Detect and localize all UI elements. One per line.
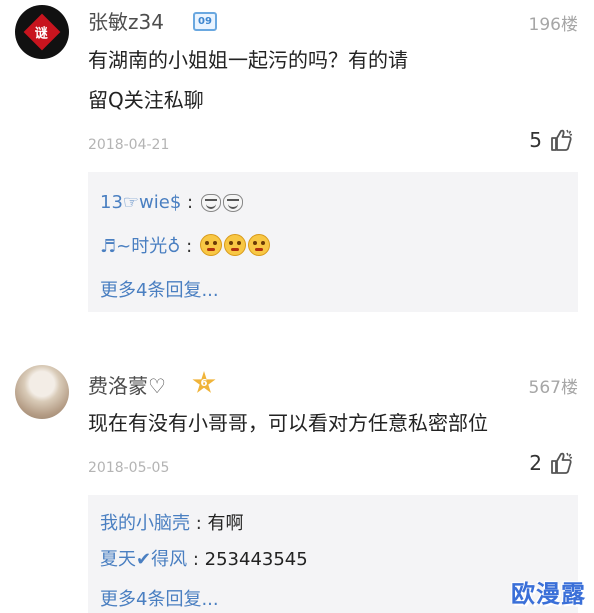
level-badge-icon: 6 bbox=[192, 371, 216, 393]
comment-date: 2018-05-05 bbox=[88, 460, 170, 476]
avatar-seal-icon: 谜 bbox=[23, 13, 61, 51]
comment-item: 谜 张敏z34 09 196楼 有湖南的小姐姐一起污的吗？有的请 留Q关注私聊 … bbox=[0, 0, 594, 330]
like-count: 5 bbox=[529, 128, 542, 152]
reply-item: 我的小脑壳 : 有啊 bbox=[100, 513, 244, 534]
troll-face-emoji bbox=[200, 194, 221, 212]
reply-text: 253443545 bbox=[204, 549, 308, 570]
troll-face-emoji bbox=[222, 194, 243, 212]
avatar[interactable]: 谜 bbox=[15, 5, 69, 59]
angry-face-emoji bbox=[223, 234, 246, 256]
angry-face-emoji bbox=[199, 234, 222, 256]
reply-username[interactable]: 夏天✔得风 bbox=[100, 549, 187, 570]
username[interactable]: 费洛蒙♡ bbox=[88, 370, 166, 399]
reply-username[interactable]: 我的小脑壳 bbox=[100, 513, 190, 534]
like-button[interactable]: 2 bbox=[529, 450, 574, 476]
more-replies-link[interactable]: 更多4条回复... bbox=[100, 585, 219, 611]
thumbs-up-icon bbox=[551, 452, 573, 474]
avatar[interactable] bbox=[15, 365, 69, 419]
vip-badge-icon: 09 bbox=[193, 12, 217, 31]
reply-box: 13☞wie$ : ♬~时光♁ : 更多4条回复... bbox=[88, 172, 578, 312]
comment-text: 有湖南的小姐姐一起污的吗？有的请 留Q关注私聊 bbox=[88, 48, 408, 112]
like-button[interactable]: 5 bbox=[529, 127, 574, 153]
reply-item: ♬~时光♁ : bbox=[100, 232, 270, 258]
comment-text: 现在有没有小哥哥，可以看对方任意私密部位 bbox=[88, 411, 488, 435]
reply-item: 夏天✔得风 : 253443545 bbox=[100, 549, 308, 570]
like-count: 2 bbox=[529, 451, 542, 475]
comment-date: 2018-04-21 bbox=[88, 137, 170, 153]
angry-face-emoji bbox=[247, 234, 270, 256]
more-replies-link[interactable]: 更多4条回复... bbox=[100, 276, 219, 302]
thumbs-up-icon bbox=[551, 129, 573, 151]
comment-item: 费洛蒙♡ 6 567楼 现在有没有小哥哥，可以看对方任意私密部位 2018-05… bbox=[0, 340, 594, 613]
username[interactable]: 张敏z34 bbox=[88, 6, 164, 35]
watermark-logo: 欧漫露 bbox=[511, 580, 586, 608]
reply-text: 有啊 bbox=[207, 513, 244, 534]
floor-number: 196楼 bbox=[528, 15, 578, 35]
reply-username[interactable]: ♬~时光♁ bbox=[100, 236, 180, 257]
reply-box: 我的小脑壳 : 有啊 夏天✔得风 : 253443545 更多4条回复... bbox=[88, 495, 578, 613]
reply-item: 13☞wie$ : bbox=[100, 192, 243, 213]
reply-username[interactable]: 13☞wie$ bbox=[100, 192, 181, 213]
floor-number: 567楼 bbox=[528, 378, 578, 398]
